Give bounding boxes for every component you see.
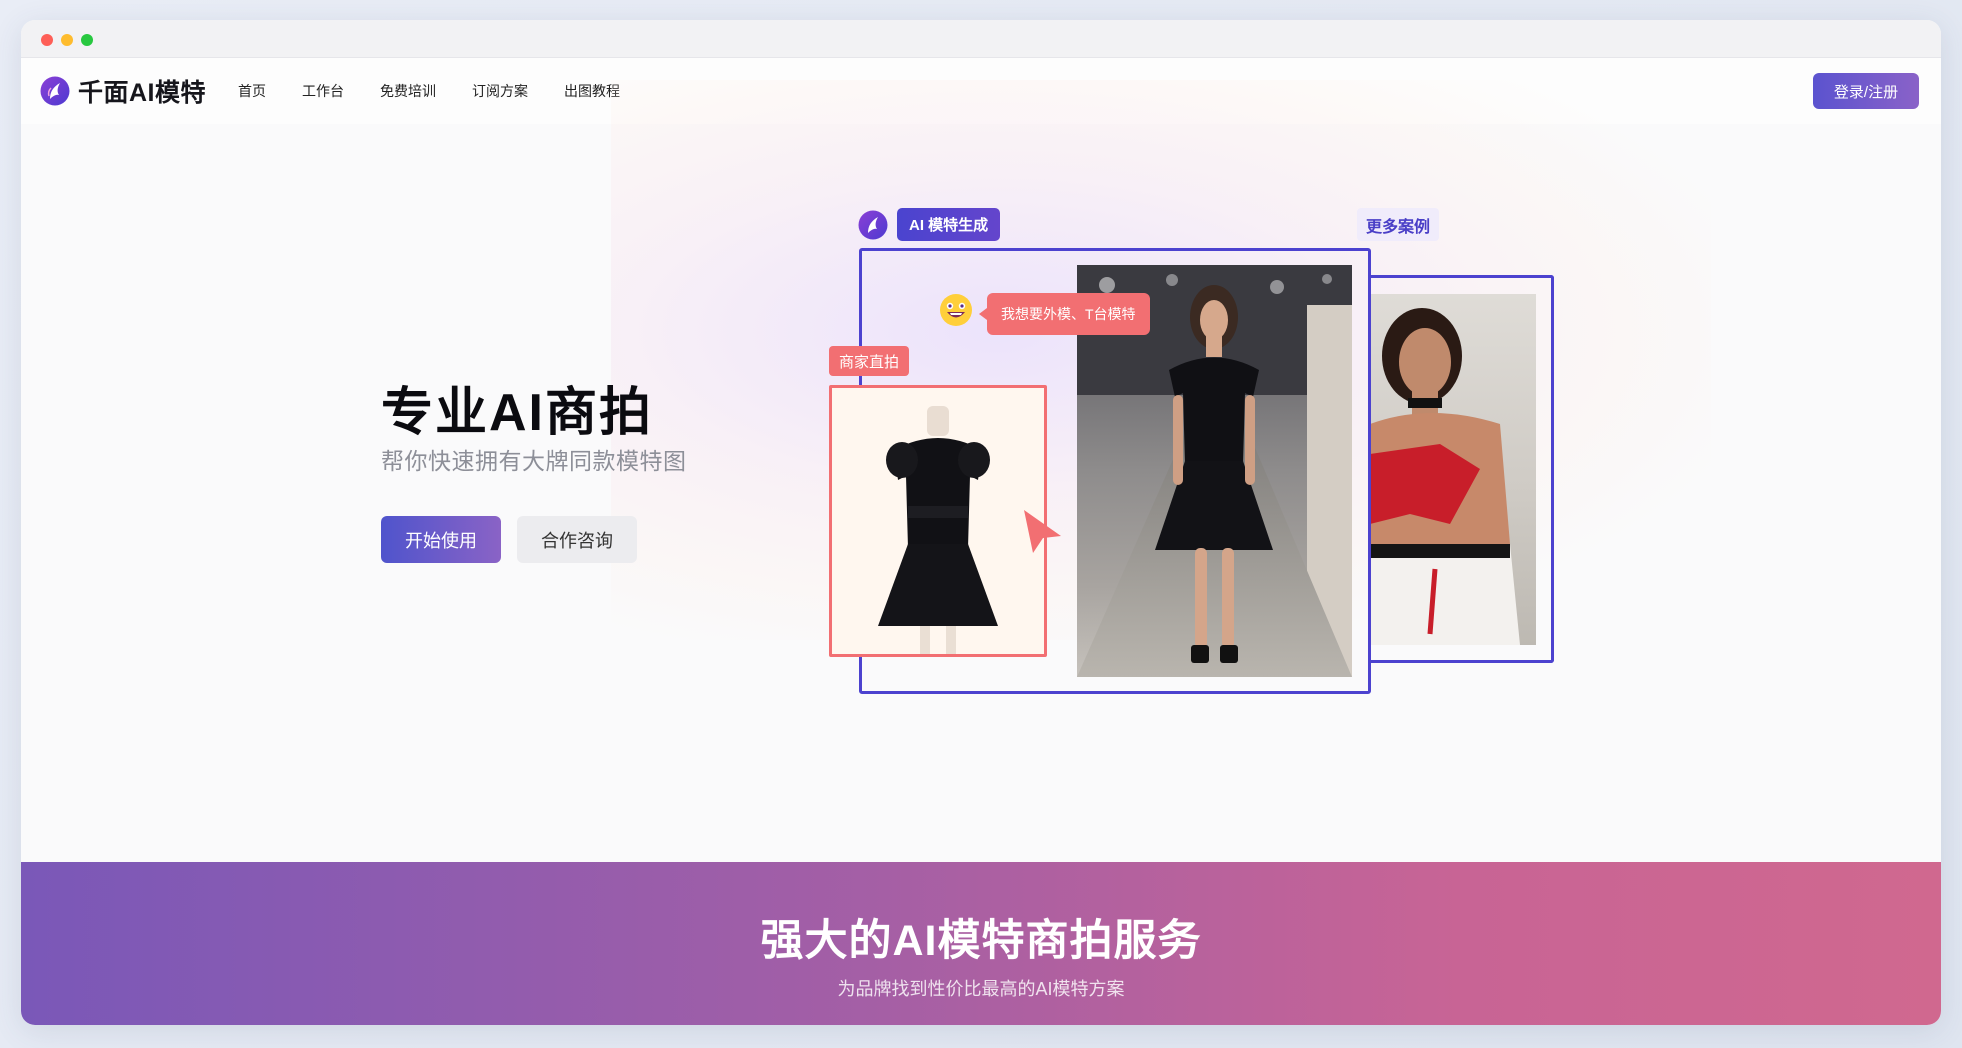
login-register-button[interactable]: 登录/注册 bbox=[1813, 73, 1919, 109]
nav-item-free-training[interactable]: 免费培训 bbox=[380, 81, 436, 101]
start-button[interactable]: 开始使用 bbox=[381, 516, 501, 563]
maximize-window-button[interactable] bbox=[81, 34, 93, 46]
services-banner: 强大的AI模特商拍服务 为品牌找到性价比最高的AI模特方案 bbox=[21, 862, 1941, 1025]
nav-item-subscription[interactable]: 订阅方案 bbox=[472, 81, 528, 101]
more-cases-link[interactable]: 更多案例 bbox=[1357, 208, 1440, 241]
hero-subtitle: 帮你快速拥有大牌同款模特图 bbox=[381, 448, 687, 474]
minimize-window-button[interactable] bbox=[61, 34, 73, 46]
consult-button[interactable]: 合作咨询 bbox=[517, 516, 637, 563]
grinning-emoji-icon bbox=[940, 294, 972, 326]
merchant-photo-box bbox=[829, 385, 1047, 657]
mannequin-dress-image bbox=[878, 406, 998, 654]
browser-window: 千面AI模特 首页 工作台 免费培训 订阅方案 出图教程 登录/注册 专业AI商… bbox=[21, 20, 1941, 1025]
close-window-button[interactable] bbox=[41, 34, 53, 46]
logo-icon bbox=[40, 76, 70, 106]
banner-title: 强大的AI模特商拍服务 bbox=[760, 917, 1202, 965]
banner-subtitle: 为品牌找到性价比最高的AI模特方案 bbox=[837, 979, 1125, 999]
pointer-arrow-icon bbox=[1024, 510, 1061, 553]
logo[interactable]: 千面AI模特 bbox=[40, 73, 206, 109]
request-bubble: 我想要外模、T台模特 bbox=[979, 293, 1150, 335]
ai-model-tag: AI 模特生成 bbox=[897, 208, 1001, 241]
nav-item-workbench[interactable]: 工作台 bbox=[302, 81, 344, 101]
window-titlebar bbox=[21, 20, 1941, 58]
more-cases-frame bbox=[1371, 275, 1554, 663]
hero-title: 专业AI商拍 bbox=[381, 384, 654, 442]
main-nav: 首页 工作台 免费培训 订阅方案 出图教程 bbox=[238, 58, 620, 124]
app-name: 千面AI模特 bbox=[78, 79, 207, 107]
merchant-shot-tag: 商家直拍 bbox=[829, 346, 910, 376]
nav-item-home[interactable]: 首页 bbox=[238, 81, 266, 101]
ai-avatar-icon bbox=[858, 210, 888, 240]
